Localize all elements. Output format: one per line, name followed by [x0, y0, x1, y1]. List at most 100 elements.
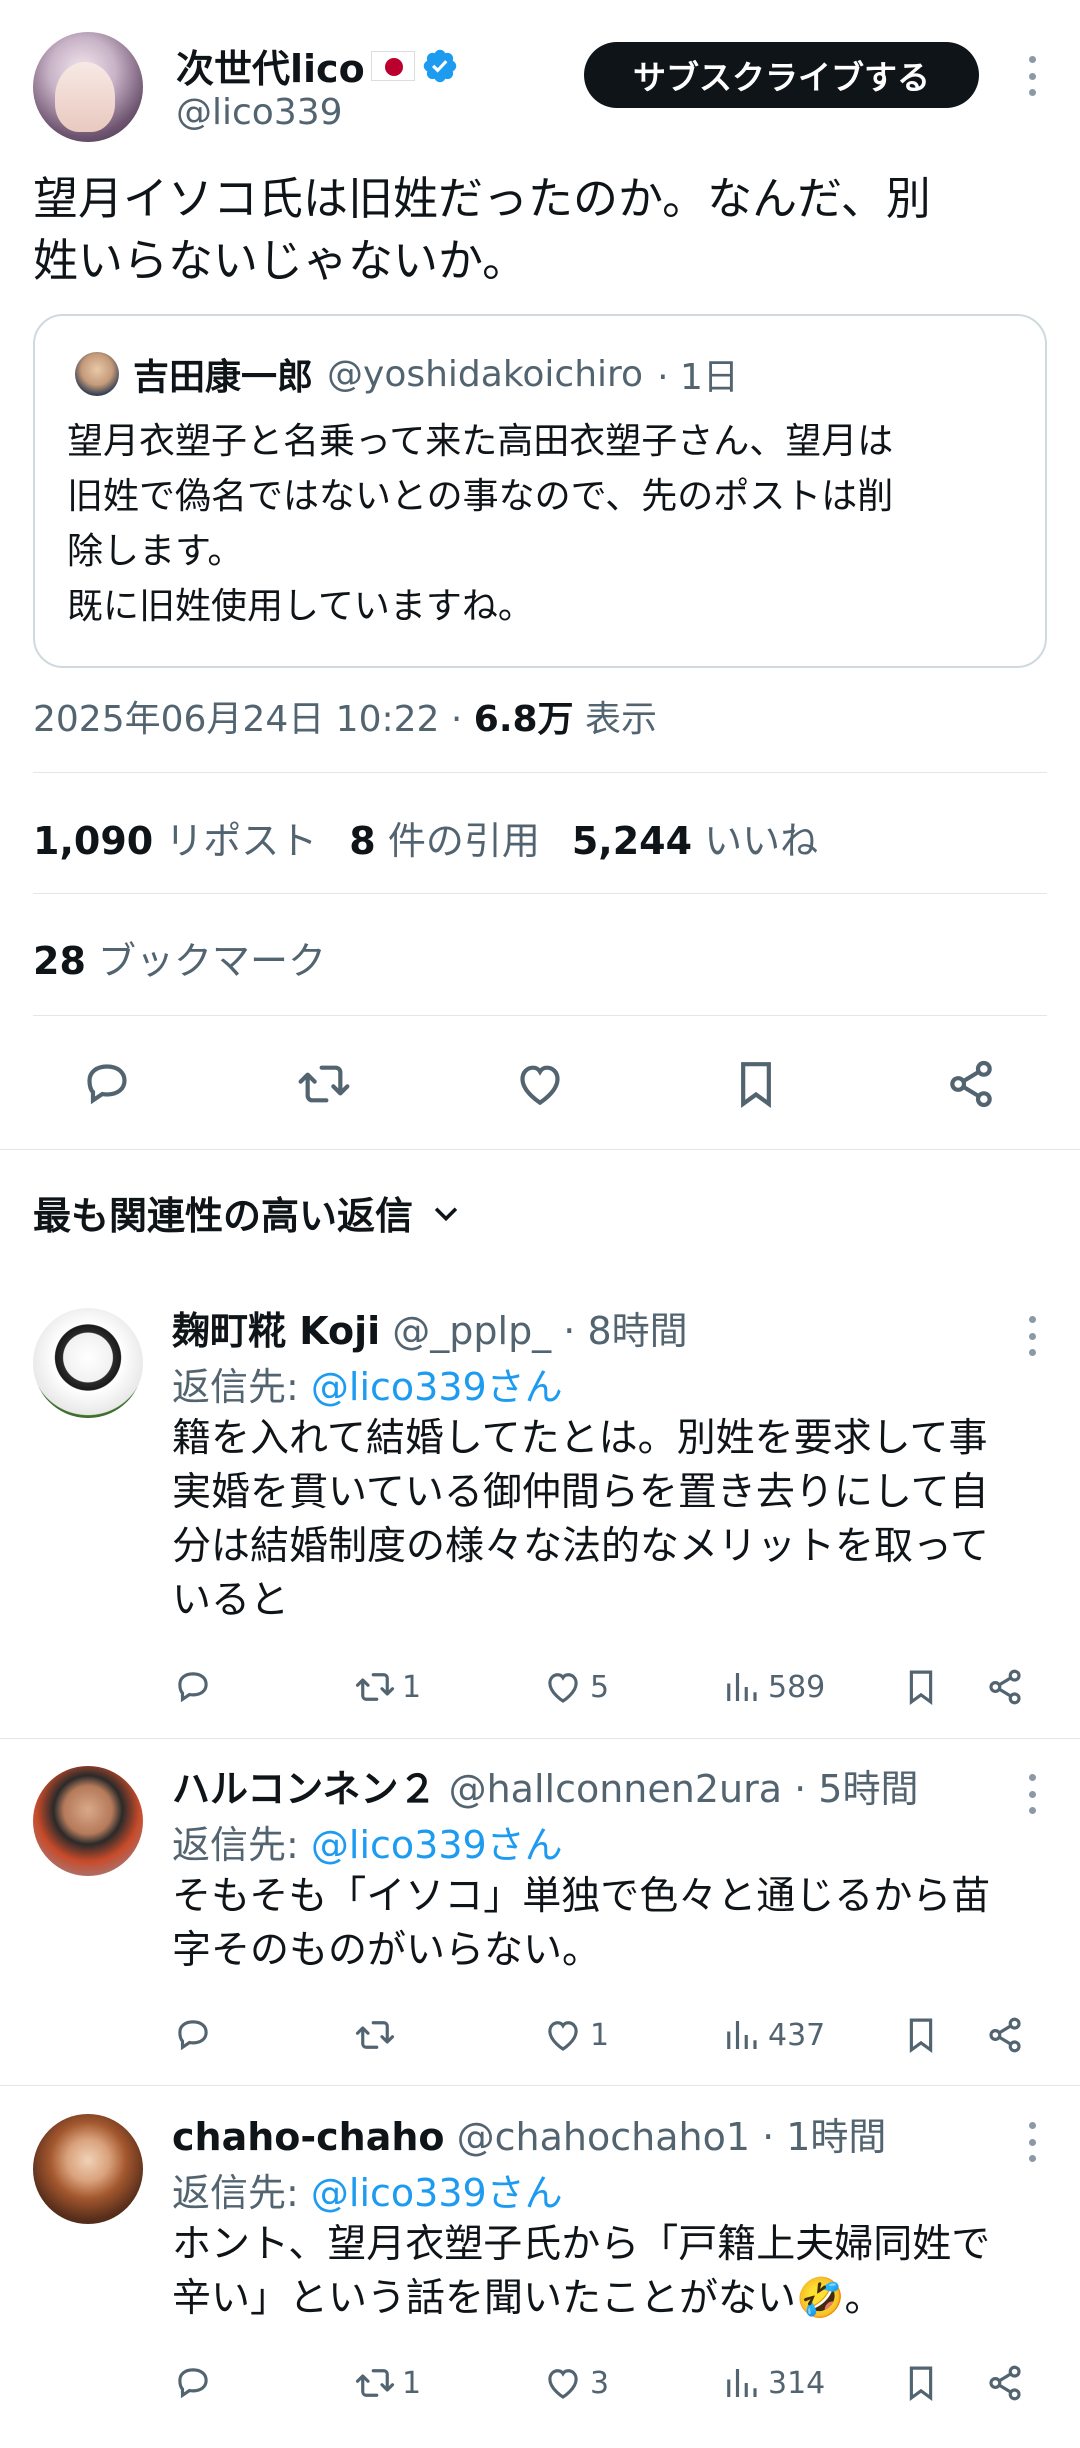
like-button[interactable]: 5: [542, 1662, 609, 1712]
reply-icon: [178, 2020, 208, 2051]
share-icon: [989, 2017, 1021, 2053]
heart-icon: [548, 2369, 578, 2399]
reply-handle[interactable]: @_pplp_: [392, 1309, 551, 1353]
reply-to-link[interactable]: @lico339さん: [311, 1365, 563, 1409]
likes-stat[interactable]: 5,244 いいね: [572, 810, 818, 865]
reply-header: 麹町糀 Koji @_pplp_ · 8時間: [172, 1300, 688, 1355]
reply-time: · 1時間: [762, 2115, 887, 2159]
reply-avatar[interactable]: [33, 1308, 143, 1418]
repost-count: 1: [402, 1669, 422, 1705]
bookmark-icon: [909, 2366, 933, 2401]
avatar[interactable]: [33, 32, 143, 142]
bookmark-button[interactable]: [900, 2358, 942, 2408]
reply-to-link[interactable]: @lico339さん: [311, 1823, 563, 1867]
reply-to-line: 返信先: @lico339さん: [172, 2171, 563, 2215]
more-options-icon[interactable]: [1017, 2122, 1047, 2162]
handle[interactable]: @lico339: [176, 92, 343, 133]
reply-button[interactable]: [68, 1045, 146, 1123]
views-count: 589: [768, 1669, 826, 1705]
reply-handle[interactable]: @chahochaho1: [457, 2115, 750, 2159]
divider: [0, 1149, 1080, 1150]
quoted-time: · 1日: [657, 357, 739, 398]
reply-avatar[interactable]: [33, 2114, 143, 2224]
reply-text: 籍を入れて結婚してたとは。別姓を要求して事 実婚を貫いている御仲間らを置き去りに…: [172, 1416, 990, 1623]
like-button[interactable]: 3: [542, 2358, 609, 2408]
heart-icon: [548, 2021, 578, 2051]
reply-time: · 8時間: [563, 1309, 688, 1353]
reposts-stat[interactable]: 1,090 リポスト: [33, 810, 317, 865]
views-button[interactable]: 589: [720, 1662, 825, 1712]
divider: [0, 2085, 1080, 2086]
reply-display-name[interactable]: 麹町糀 Koji: [172, 1309, 380, 1353]
views-button[interactable]: 314: [720, 2358, 825, 2408]
more-options-icon[interactable]: [1017, 56, 1047, 96]
reply-display-name[interactable]: chaho-chaho: [172, 2115, 445, 2159]
post-action-bar: [0, 1045, 1080, 1123]
timestamp-text[interactable]: 2025年06月24日 10:22 ·: [33, 699, 474, 740]
repost-button[interactable]: [354, 2010, 402, 2060]
share-icon: [989, 2365, 1021, 2401]
quoted-text-line: 除します。: [67, 531, 244, 572]
verified-badge-icon: [423, 49, 456, 82]
share-icon: [989, 1669, 1021, 1705]
reply-header: ハルコンネン２ @hallconnen2ura · 5時間: [172, 1758, 918, 1813]
engagement-stats: 1,090 リポスト 8 件の引用 5,244 いいね: [33, 810, 818, 865]
reply-text: ホント、望月衣塑子氏から「戸籍上夫婦同姓で 辛い」という話を聞いたことがない🤣。: [172, 2222, 991, 2321]
replies-sort-dropdown[interactable]: 最も関連性の高い返信: [33, 1185, 463, 1240]
repost-icon: [355, 2021, 395, 2049]
quotes-stat[interactable]: 8 件の引用: [349, 810, 540, 865]
bookmarks-stat[interactable]: 28 ブックマーク: [33, 930, 326, 985]
reply-to-link[interactable]: @lico339さん: [311, 2171, 563, 2215]
bookmark-button[interactable]: [900, 1662, 942, 1712]
reply-icon: [178, 2368, 208, 2399]
bookmark-button[interactable]: [717, 1045, 795, 1123]
reply-item[interactable]: ハルコンネン２ @hallconnen2ura · 5時間 返信先: @lico…: [0, 1758, 1080, 2088]
more-options-icon[interactable]: [1017, 1774, 1047, 1814]
reply-icon: [87, 1064, 127, 1105]
like-count: 1: [590, 2017, 610, 2053]
views-label: 表示: [573, 699, 657, 740]
repost-button[interactable]: 1: [354, 1662, 421, 1712]
reply-icon: [178, 1672, 208, 1703]
reply-avatar[interactable]: [33, 1766, 143, 1876]
reply-handle[interactable]: @hallconnen2ura: [449, 1767, 782, 1811]
reply-header: chaho-chaho @chahochaho1 · 1時間: [172, 2106, 886, 2161]
views-button[interactable]: 437: [720, 2010, 825, 2060]
share-icon: [950, 1060, 992, 1108]
japan-flag-icon: [370, 50, 415, 81]
bookmark-button[interactable]: [900, 2010, 942, 2060]
share-button[interactable]: [984, 2010, 1026, 2060]
reply-to-line: 返信先: @lico339さん: [172, 1823, 563, 1867]
reply-item[interactable]: 麹町糀 Koji @_pplp_ · 8時間 返信先: @lico339さん 籍…: [0, 1300, 1080, 1740]
bookmark-icon: [909, 1670, 933, 1705]
repost-button[interactable]: 1: [354, 2358, 421, 2408]
subscribe-button[interactable]: サブスクライブする: [584, 42, 979, 108]
repost-button[interactable]: [285, 1045, 363, 1123]
like-button[interactable]: 1: [542, 2010, 609, 2060]
heart-icon: [548, 1673, 578, 1703]
quoted-post[interactable]: 吉田康一郎 @yoshidakoichiro · 1日 望月衣塑子と名乗って来た…: [33, 314, 1047, 668]
views-count: 6.8万: [473, 699, 574, 740]
reply-button[interactable]: [172, 1662, 214, 1712]
post-text-line: 姓いらないじゃないか。: [33, 234, 528, 287]
quoted-post-text: 望月衣塑子と名乗って来た高田衣塑子さん、望月は 旧姓で偽名ではないとの事なので、…: [67, 414, 1027, 634]
display-name[interactable]: 次世代lico: [176, 38, 365, 93]
reply-action-bar: 1 3 314: [172, 2358, 1052, 2408]
reply-button[interactable]: [172, 2358, 214, 2408]
repost-icon: [298, 1065, 350, 1103]
analytics-icon: [727, 2021, 757, 2049]
like-button[interactable]: [501, 1045, 579, 1123]
replies-section-title: 最も関連性の高い返信: [33, 1194, 414, 1238]
more-options-icon[interactable]: [1017, 1316, 1047, 1356]
reply-to-line: 返信先: @lico339さん: [172, 1365, 563, 1409]
heart-icon: [520, 1065, 560, 1106]
reply-item[interactable]: chaho-chaho @chahochaho1 · 1時間 返信先: @lic…: [0, 2106, 1080, 2436]
reply-button[interactable]: [172, 2010, 214, 2060]
reply-display-name[interactable]: ハルコンネン２: [172, 1767, 436, 1811]
share-button[interactable]: [932, 1045, 1010, 1123]
analytics-icon: [727, 1673, 757, 1701]
share-button[interactable]: [984, 1662, 1026, 1712]
repost-icon: [355, 2369, 395, 2397]
share-button[interactable]: [984, 2358, 1026, 2408]
chevron-down-icon: [434, 1206, 458, 1221]
